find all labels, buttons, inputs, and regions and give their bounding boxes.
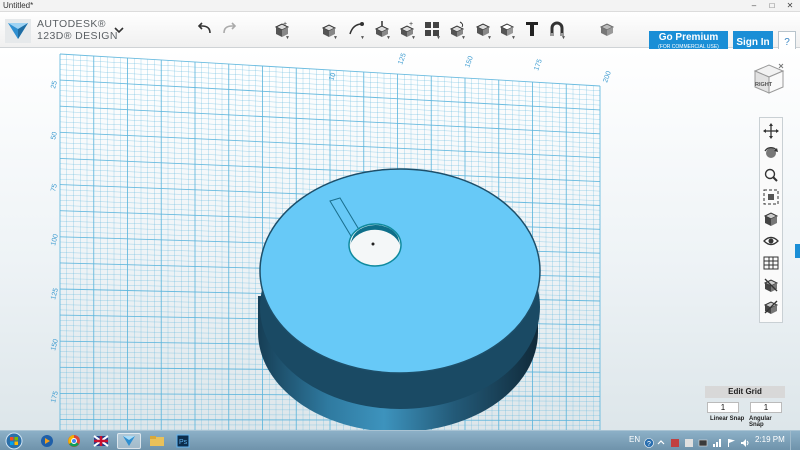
chevron-down-icon[interactable]: [114, 23, 124, 37]
navigation-bar: [759, 117, 783, 323]
show-desktop-button[interactable]: [790, 431, 800, 450]
sketch-icon[interactable]: ▼: [320, 20, 338, 41]
flag-app-icon[interactable]: [90, 433, 112, 449]
explorer-icon[interactable]: [146, 433, 168, 449]
primitives-icon[interactable]: + ▼: [272, 20, 290, 41]
ruler-left-label: 150: [50, 338, 60, 351]
app-toolbar: AUTODESK® 123D® DESIGN + ▼ ▼ ▼ ▼ + ▼ ▼ ▼…: [0, 12, 800, 54]
text-icon[interactable]: [523, 20, 541, 40]
svg-text:?: ?: [647, 441, 651, 448]
autodesk-logo: [5, 19, 31, 43]
volume-icon[interactable]: [740, 435, 750, 447]
construct-icon[interactable]: ▼: [347, 20, 365, 41]
material-icon[interactable]: ▼: [548, 20, 566, 41]
combine-icon[interactable]: ▼: [474, 20, 492, 41]
chrome-icon[interactable]: [63, 433, 85, 449]
edit-grid-panel: Edit Grid 1 1 Linear Snap Angular Snap: [705, 386, 785, 428]
pan-icon[interactable]: [763, 123, 779, 139]
ruler-top-label: 175: [533, 58, 544, 71]
pattern-icon[interactable]: + ▼: [398, 20, 416, 41]
fit-all-icon[interactable]: [763, 189, 779, 205]
zoom-icon[interactable]: [763, 167, 779, 183]
brand-line-2: 123D® DESIGN: [37, 30, 118, 42]
help-tray-icon[interactable]: ?: [644, 435, 654, 448]
modify-icon[interactable]: ▼: [373, 20, 391, 41]
123d-design-icon[interactable]: [117, 433, 141, 449]
snap-settings-icon[interactable]: [763, 299, 779, 315]
tray-app-icon[interactable]: [698, 435, 708, 447]
material-view-icon[interactable]: [763, 277, 779, 293]
ruler-left-label: 75: [50, 183, 59, 192]
ruler-left-label: 175: [50, 390, 60, 403]
visibility-icon[interactable]: [763, 233, 779, 249]
windows-taskbar: Ps EN ? 2:19 PM: [0, 430, 800, 450]
ruler-left-label: 25: [50, 80, 59, 89]
undo-icon[interactable]: [196, 20, 214, 40]
view-cube-label: RIGHT: [755, 82, 773, 88]
title-bar: Untitled* – □ ✕: [0, 0, 800, 12]
close-button[interactable]: ✕: [781, 0, 799, 11]
ruler-left-label: 50: [50, 131, 59, 140]
side-panel-tab[interactable]: [795, 244, 800, 258]
brand-line-1: AUTODESK®: [37, 18, 106, 30]
snap-icon[interactable]: ▼: [448, 20, 466, 41]
orbit-icon[interactable]: [763, 145, 779, 161]
tray-app-icon[interactable]: [684, 435, 694, 447]
hole-center-point: [371, 242, 375, 246]
maximize-button[interactable]: □: [763, 0, 781, 11]
grid-settings-icon[interactable]: [763, 255, 779, 271]
tray-expand-icon[interactable]: [656, 435, 666, 445]
window-title: Untitled*: [3, 1, 34, 10]
grouping-icon[interactable]: ▼: [423, 20, 441, 41]
svg-text:+: +: [409, 21, 413, 28]
svg-text:+: +: [283, 21, 287, 28]
app-window: Untitled* – □ ✕ AUTODESK® 123D® DESIGN +…: [0, 0, 800, 450]
view-style-icon[interactable]: [763, 211, 779, 227]
flag-tray-icon[interactable]: [726, 435, 736, 447]
language-indicator[interactable]: EN: [629, 435, 640, 444]
measure-icon[interactable]: ▼: [498, 20, 516, 41]
cylinder-top-face[interactable]: [259, 168, 541, 374]
linear-snap-label: Linear Snap: [710, 416, 745, 422]
edit-grid-button[interactable]: Edit Grid: [705, 386, 785, 398]
angular-snap-label: Angular Snap: [749, 416, 772, 428]
tray-app-icon[interactable]: [670, 435, 680, 447]
redo-icon[interactable]: [220, 20, 238, 40]
ruler-top-label: 200: [602, 70, 613, 83]
media-player-icon[interactable]: [36, 433, 58, 449]
cylinder-model[interactable]: [258, 168, 541, 430]
view-mode-icon[interactable]: [598, 20, 616, 40]
ruler-left-label: 125: [50, 287, 60, 300]
3d-viewport[interactable]: 10 125 150 175 200 25 50 75 100 125 150 …: [0, 49, 800, 430]
start-orb-icon[interactable]: [2, 432, 26, 450]
ruler-top-label: 150: [464, 55, 475, 68]
angular-snap-input[interactable]: 1: [750, 402, 782, 413]
ruler-top-label: 125: [397, 52, 408, 65]
network-icon[interactable]: [712, 435, 722, 447]
svg-text:Ps: Ps: [179, 439, 188, 446]
linear-snap-input[interactable]: 1: [707, 402, 739, 413]
photoshop-icon[interactable]: Ps: [172, 433, 194, 449]
system-clock[interactable]: 2:19 PM: [755, 435, 785, 444]
grid-and-model: 10 125 150 175 200 25 50 75 100 125 150 …: [50, 52, 613, 430]
go-premium-label: Go Premium: [658, 32, 719, 43]
center-hole[interactable]: [348, 223, 402, 267]
ruler-left-label: 100: [50, 233, 60, 246]
minimize-button[interactable]: –: [745, 0, 763, 11]
view-cube[interactable]: [752, 62, 786, 96]
